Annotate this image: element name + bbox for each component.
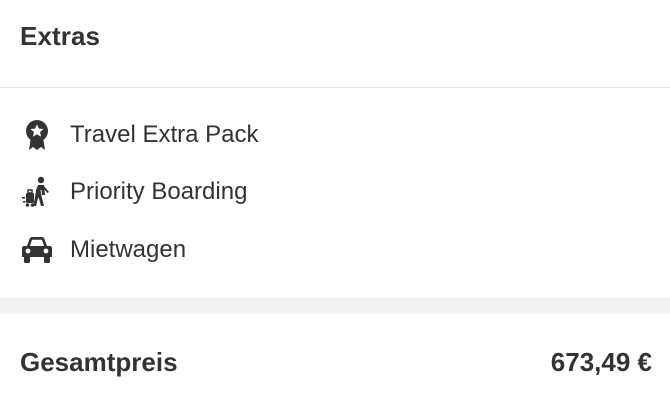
extra-label-mietwagen: Mietwagen (70, 236, 187, 263)
extra-label-travel-extra-pack: Travel Extra Pack (70, 121, 259, 148)
extras-title: Extras (20, 21, 101, 51)
total-price-value: 673,49 € (550, 347, 652, 377)
list-item-mietwagen: Mietwagen (0, 230, 670, 270)
extra-label-priority-boarding: Priority Boarding (70, 178, 248, 205)
section-divider (0, 298, 670, 313)
total-price-row: Gesamtpreis 673,49 € (0, 313, 670, 402)
car-icon (20, 233, 54, 267)
extras-header: Extras (0, 0, 670, 88)
list-item-priority-boarding: Priority Boarding (0, 172, 670, 212)
award-badge-icon (20, 118, 54, 152)
price-summary-panel: Extras Travel Extra Pack Priority Boardi… (0, 0, 670, 402)
extras-list: Travel Extra Pack Priority Boarding Miet… (0, 88, 670, 298)
total-price-label: Gesamtpreis (20, 347, 178, 377)
list-item-travel-extra-pack: Travel Extra Pack (0, 115, 670, 155)
priority-boarding-icon (20, 175, 54, 209)
